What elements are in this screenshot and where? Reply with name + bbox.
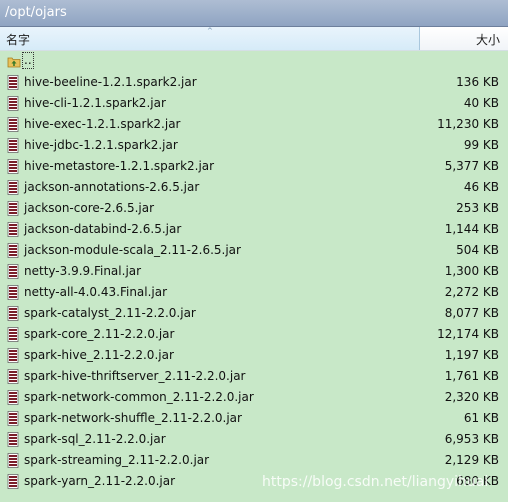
jar-file-icon [7, 369, 19, 384]
file-size: 504 KB [456, 243, 499, 257]
jar-file-icon [7, 432, 19, 447]
file-size: 136 KB [456, 75, 499, 89]
jar-file-icon [7, 264, 19, 279]
file-row[interactable]: jackson-module-scala_2.11-2.6.5.jar 504 K… [0, 240, 508, 261]
file-list: .. hive-beeline-1.2.1.spark2.jar 136 KB hi… [0, 51, 508, 492]
file-row[interactable]: jackson-core-2.6.5.jar 253 KB [0, 198, 508, 219]
file-size: 40 KB [463, 96, 499, 110]
file-size: 12,174 KB [437, 327, 499, 341]
file-name: hive-cli-1.2.1.spark2.jar [24, 96, 166, 110]
file-row[interactable]: jackson-databind-2.6.5.jar 1,144 KB [0, 219, 508, 240]
jar-file-icon [7, 75, 19, 90]
file-name: spark-hive-thriftserver_2.11-2.2.0.jar [24, 369, 246, 383]
file-size: 680 KB [456, 474, 499, 488]
file-name: spark-sql_2.11-2.2.0.jar [24, 432, 166, 446]
file-row[interactable]: jackson-annotations-2.6.5.jar 46 KB [0, 177, 508, 198]
column-header-name[interactable]: 名字 ^ [0, 27, 420, 50]
file-name: jackson-annotations-2.6.5.jar [24, 180, 200, 194]
file-size: 61 KB [463, 411, 499, 425]
file-row[interactable]: spark-network-shuffle_2.11-2.2.0.jar 61 K… [0, 408, 508, 429]
file-name: hive-exec-1.2.1.spark2.jar [24, 117, 181, 131]
jar-file-icon [7, 243, 19, 258]
column-size-label: 大小 [475, 33, 500, 47]
sort-ascending-icon: ^ [207, 27, 213, 35]
column-header-size[interactable]: 大小 [420, 27, 508, 50]
jar-file-icon [7, 390, 19, 405]
jar-file-icon [7, 306, 19, 321]
file-size: 2,129 KB [444, 453, 499, 467]
file-name: jackson-core-2.6.5.jar [24, 201, 155, 215]
file-name: spark-core_2.11-2.2.0.jar [24, 327, 175, 341]
file-name: spark-hive_2.11-2.2.0.jar [24, 348, 174, 362]
file-row[interactable]: hive-metastore-1.2.1.spark2.jar 5,377 KB [0, 156, 508, 177]
file-name: jackson-module-scala_2.11-2.6.5.jar [24, 243, 241, 257]
file-name: spark-catalyst_2.11-2.2.0.jar [24, 306, 196, 320]
file-row[interactable]: hive-jdbc-1.2.1.spark2.jar 99 KB [0, 135, 508, 156]
file-row[interactable]: spark-hive-thriftserver_2.11-2.2.0.jar 1,… [0, 366, 508, 387]
file-size: 2,272 KB [444, 285, 499, 299]
jar-file-icon [7, 180, 19, 195]
file-row[interactable]: spark-sql_2.11-2.2.0.jar 6,953 KB [0, 429, 508, 450]
file-size: 99 KB [463, 138, 499, 152]
file-row[interactable]: spark-streaming_2.11-2.2.0.jar 2,129 KB [0, 450, 508, 471]
path-bar[interactable]: /opt/ojars [0, 0, 508, 27]
parent-directory-label: .. [22, 52, 34, 69]
jar-file-icon [7, 327, 19, 342]
column-header: 名字 ^ 大小 [0, 27, 508, 51]
file-row[interactable]: spark-core_2.11-2.2.0.jar 12,174 KB [0, 324, 508, 345]
jar-file-icon [7, 117, 19, 132]
file-row[interactable]: hive-exec-1.2.1.spark2.jar 11,230 KB [0, 114, 508, 135]
column-name-label: 名字 [6, 33, 31, 47]
file-row[interactable]: spark-yarn_2.11-2.2.0.jar 680 KB [0, 471, 508, 492]
jar-file-icon [7, 201, 19, 216]
file-row[interactable]: spark-catalyst_2.11-2.2.0.jar 8,077 KB [0, 303, 508, 324]
file-name: hive-jdbc-1.2.1.spark2.jar [24, 138, 178, 152]
file-name: netty-all-4.0.43.Final.jar [24, 285, 168, 299]
file-name: hive-beeline-1.2.1.spark2.jar [24, 75, 197, 89]
file-row[interactable]: spark-network-common_2.11-2.2.0.jar 2,320… [0, 387, 508, 408]
jar-file-icon [7, 96, 19, 111]
jar-file-icon [7, 474, 19, 489]
file-row[interactable]: hive-cli-1.2.1.spark2.jar 40 KB [0, 93, 508, 114]
folder-up-icon [7, 57, 21, 68]
jar-file-icon [7, 453, 19, 468]
jar-file-icon [7, 285, 19, 300]
jar-file-icon [7, 222, 19, 237]
jar-file-icon [7, 138, 19, 153]
file-row[interactable]: spark-hive_2.11-2.2.0.jar 1,197 KB [0, 345, 508, 366]
file-size: 8,077 KB [444, 306, 499, 320]
jar-file-icon [7, 411, 19, 426]
path-text: /opt/ojars [5, 5, 67, 20]
file-name: hive-metastore-1.2.1.spark2.jar [24, 159, 215, 173]
file-name: spark-streaming_2.11-2.2.0.jar [24, 453, 210, 467]
file-size: 46 KB [463, 180, 499, 194]
file-row[interactable]: hive-beeline-1.2.1.spark2.jar 136 KB [0, 72, 508, 93]
parent-directory-row[interactable]: .. [0, 51, 508, 72]
file-name: jackson-databind-2.6.5.jar [24, 222, 182, 236]
file-size: 1,197 KB [444, 348, 499, 362]
file-name: spark-network-shuffle_2.11-2.2.0.jar [24, 411, 242, 425]
jar-file-icon [7, 348, 19, 363]
file-name: spark-yarn_2.11-2.2.0.jar [24, 474, 176, 488]
file-name: netty-3.9.9.Final.jar [24, 264, 142, 278]
jar-file-icon [7, 159, 19, 174]
file-size: 253 KB [456, 201, 499, 215]
file-size: 1,761 KB [444, 369, 499, 383]
file-size: 1,300 KB [444, 264, 499, 278]
file-size: 5,377 KB [444, 159, 499, 173]
file-size: 11,230 KB [437, 117, 499, 131]
file-size: 6,953 KB [444, 432, 499, 446]
file-size: 2,320 KB [444, 390, 499, 404]
file-name: spark-network-common_2.11-2.2.0.jar [24, 390, 254, 404]
file-row[interactable]: netty-3.9.9.Final.jar 1,300 KB [0, 261, 508, 282]
file-row[interactable]: netty-all-4.0.43.Final.jar 2,272 KB [0, 282, 508, 303]
file-size: 1,144 KB [444, 222, 499, 236]
